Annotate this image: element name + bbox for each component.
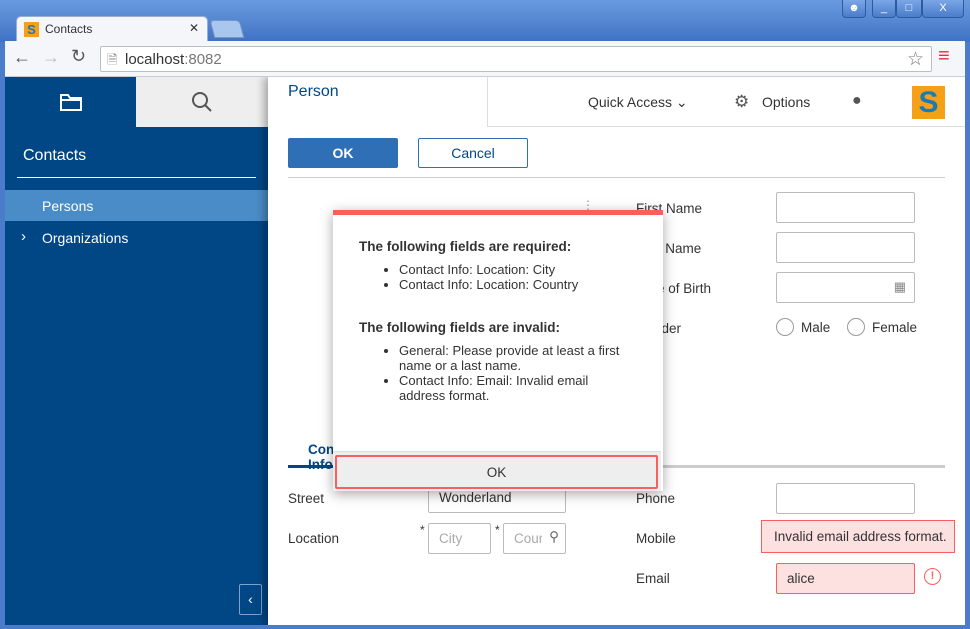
first-name-input[interactable] xyxy=(776,192,915,223)
dialog-ok-button[interactable]: OK xyxy=(335,455,658,489)
search-icon[interactable]: ⚲ xyxy=(549,529,559,545)
female-label: Female xyxy=(872,320,918,335)
user-icon[interactable]: ☻ xyxy=(842,0,866,18)
gear-icon[interactable]: ⚙ xyxy=(734,92,749,112)
bookmark-star-icon[interactable]: ☆ xyxy=(907,48,924,71)
main-panel: Person Quick Access ⌄ ⚙ Options ● S OK C… xyxy=(268,77,965,625)
favicon-icon: S xyxy=(24,22,39,37)
last-name-input[interactable] xyxy=(776,232,915,263)
page-title: Person xyxy=(288,83,339,100)
user-icon[interactable]: ● xyxy=(852,92,862,110)
calendar-icon[interactable]: ▦ xyxy=(894,279,906,295)
sidebar-item-label: Persons xyxy=(42,198,94,214)
street-label: Street xyxy=(288,491,325,506)
email-label: Email xyxy=(636,571,670,586)
list-item: General: Please provide at least a first… xyxy=(399,343,637,373)
required-title: The following fields are required: xyxy=(359,239,572,254)
back-icon[interactable]: ← xyxy=(13,47,31,68)
sidebar-divider xyxy=(17,177,256,178)
sidebar: Contacts Persons › Organizations ‹ xyxy=(5,77,268,625)
required-marker: * xyxy=(420,523,425,537)
error-icon[interactable]: ! xyxy=(924,568,941,585)
male-label: Male xyxy=(801,320,831,335)
options-menu[interactable]: Options xyxy=(762,94,810,110)
mobile-label: Mobile xyxy=(636,531,676,546)
sidebar-item-label: Organizations xyxy=(42,230,129,246)
country-input[interactable]: Country ⚲ xyxy=(503,523,566,554)
sidebar-tab-outline[interactable] xyxy=(5,77,136,127)
country-placeholder: Country xyxy=(514,531,542,546)
sidebar-tab-search[interactable] xyxy=(136,77,268,127)
sidebar-item-persons[interactable]: Persons xyxy=(5,190,268,221)
invalid-title: The following fields are invalid: xyxy=(359,320,561,335)
sidebar-item-organizations[interactable]: › Organizations xyxy=(5,222,268,253)
city-input[interactable]: City xyxy=(428,523,491,554)
validation-dialog: The following fields are required: Conta… xyxy=(333,210,663,491)
collapse-sidebar-button[interactable]: ‹ xyxy=(239,584,262,615)
minimize-button[interactable]: _ xyxy=(872,0,896,18)
close-tab-icon[interactable]: ✕ xyxy=(189,21,199,35)
url-host: localhost xyxy=(125,51,185,68)
header-toolbar: Quick Access ⌄ ⚙ Options ● S xyxy=(487,77,965,127)
ok-button[interactable]: OK xyxy=(288,138,398,168)
close-window-button[interactable]: X xyxy=(922,0,964,18)
folder-icon xyxy=(59,94,82,111)
list-item: Contact Info: Location: City xyxy=(399,262,637,277)
required-marker: * xyxy=(495,523,500,537)
chevron-right-icon: › xyxy=(21,228,26,245)
tab-title: Contacts xyxy=(45,22,93,36)
page-icon: 🗎 xyxy=(107,52,118,67)
new-tab-button[interactable] xyxy=(209,20,245,38)
maximize-button[interactable]: □ xyxy=(896,0,922,18)
cancel-button[interactable]: Cancel xyxy=(418,138,528,168)
quick-access-menu[interactable]: Quick Access ⌄ xyxy=(588,94,688,111)
email-input[interactable]: alice xyxy=(776,563,915,594)
male-radio[interactable] xyxy=(776,318,794,336)
divider xyxy=(288,177,945,178)
sidebar-title: Contacts xyxy=(23,147,87,164)
phone-label: Phone xyxy=(636,491,676,506)
phone-input[interactable] xyxy=(776,483,915,514)
search-icon xyxy=(192,92,212,112)
browser-tab[interactable]: S Contacts ✕ xyxy=(16,16,208,42)
dialog-footer: OK xyxy=(333,451,661,491)
quick-access-label: Quick Access xyxy=(588,94,673,110)
forward-icon[interactable]: → xyxy=(42,47,60,68)
menu-icon[interactable]: ≡ xyxy=(938,45,950,68)
url-text: localhost:8082 xyxy=(125,51,222,68)
location-label: Location xyxy=(288,531,340,546)
app-logo: S xyxy=(912,86,945,119)
list-item: Contact Info: Location: Country xyxy=(399,277,637,292)
required-list: Contact Info: Location: City Contact Inf… xyxy=(399,262,637,292)
female-radio[interactable] xyxy=(847,318,865,336)
dob-input[interactable]: ▦ xyxy=(776,272,915,303)
chevron-down-icon: ⌄ xyxy=(675,94,688,110)
invalid-list: General: Please provide at least a first… xyxy=(399,343,637,403)
url-port: :8082 xyxy=(184,51,222,68)
email-error-tooltip: Invalid email address format. xyxy=(761,520,955,553)
reload-icon[interactable]: ↻ xyxy=(71,46,86,67)
list-item: Contact Info: Email: Invalid email addre… xyxy=(399,373,637,403)
address-bar[interactable]: 🗎 localhost:8082 ☆ xyxy=(100,46,932,72)
